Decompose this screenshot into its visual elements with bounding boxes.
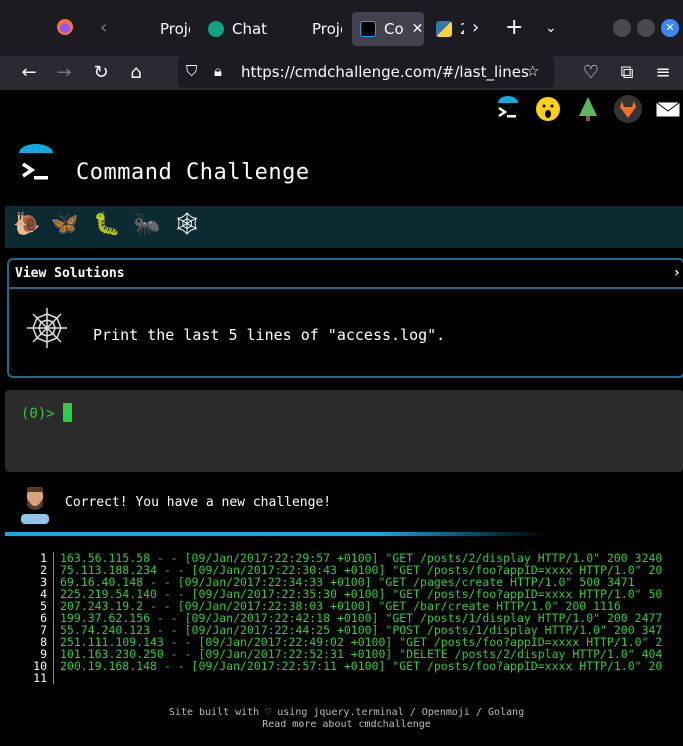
site-logo-icon xyxy=(13,144,57,184)
divider xyxy=(5,532,683,536)
spider-web-icon[interactable]: 🕸 xyxy=(173,212,201,237)
tab-label: Co xyxy=(384,20,404,38)
snail-icon[interactable]: 🐌 xyxy=(13,212,40,237)
terminal-favicon-icon xyxy=(360,21,376,37)
terminal-cursor xyxy=(63,403,72,422)
lock-icon[interactable]: 🔒︎ xyxy=(214,62,222,80)
chevron-right-icon[interactable]: › xyxy=(673,265,681,281)
tab-3[interactable]: Proje xyxy=(282,12,342,46)
pocket-icon[interactable]: ♡ xyxy=(578,60,604,86)
page-content: Command Challenge 🐌 🦋 🐛 🐜 🕸 View Solutio… xyxy=(5,90,683,746)
top-nav-icons xyxy=(493,94,683,124)
feedback-message: Correct! You have a new challenge! xyxy=(65,495,332,510)
output-line: 11 xyxy=(5,672,683,684)
output-line: 10 200.19.168.148 - - [09/Jan/2017:22:57:… xyxy=(5,660,683,672)
new-tab-icon[interactable]: + xyxy=(505,17,523,39)
tab-favicon xyxy=(282,21,304,37)
browser-tab-bar: ‹ Proje Chat Proje Co ✕ 2 › + ⌄ ✕ xyxy=(0,0,683,56)
tab-1[interactable]: Proje xyxy=(132,12,190,46)
bookmark-star-icon[interactable]: ☆ xyxy=(526,62,539,80)
footer: Site built with ♡ using jquery.terminal … xyxy=(5,707,683,731)
tab-favicon xyxy=(132,21,152,37)
tab-active[interactable]: Co ✕ xyxy=(352,12,424,46)
reload-icon[interactable]: ↻ xyxy=(88,60,114,86)
tab-scroll-left-icon[interactable]: ‹ xyxy=(100,17,107,39)
shield-icon[interactable]: ⛉ xyxy=(186,62,197,80)
challenge-levels-bar: 🐌 🦋 🐛 🐜 🕸 xyxy=(5,206,683,248)
close-tab-icon[interactable]: ✕ xyxy=(412,21,424,37)
home-icon[interactable]: ⌂ xyxy=(123,60,149,86)
python-icon xyxy=(436,21,452,37)
line-number: 11 xyxy=(33,671,47,685)
page-title: Command Challenge xyxy=(76,160,310,185)
caterpillar-icon[interactable]: 🐛 xyxy=(93,212,120,237)
tab-label: Proje xyxy=(160,20,190,38)
tab-list-chevron-down-icon[interactable]: ⌄ xyxy=(545,17,557,39)
tab-5[interactable]: 2 xyxy=(436,12,464,46)
firefox-icon[interactable] xyxy=(56,18,74,42)
task-description: Print the last 5 lines of "access.log". xyxy=(93,326,446,344)
chatgpt-icon xyxy=(208,21,224,37)
url-bar[interactable]: ⛉ 🔒︎ https://cmdchallenge.com/#/last_lin… xyxy=(178,56,554,88)
bearded-person-avatar-icon xyxy=(19,484,51,524)
minimize-button[interactable] xyxy=(613,19,631,37)
gitlab-icon[interactable] xyxy=(613,94,643,124)
tree-icon[interactable] xyxy=(573,94,603,124)
challenge-panel: View Solutions › Print the last 5 lines … xyxy=(7,258,683,378)
close-window-button[interactable]: ✕ xyxy=(661,19,679,37)
browser-nav-bar: ← → ↻ ⌂ ⛉ 🔒︎ https://cmdchallenge.com/#/… xyxy=(0,56,683,90)
tab-scroll-right-icon[interactable]: › xyxy=(472,17,479,39)
envelope-icon[interactable] xyxy=(653,94,683,124)
terminal-output: 1 163.56.115.58 - - [09/Jan/2017:22:29:57… xyxy=(5,552,683,692)
forward-arrow-icon[interactable]: → xyxy=(51,60,77,86)
tab-label: 2 xyxy=(460,20,464,38)
terminal-icon[interactable] xyxy=(493,94,523,124)
tab-label: Chat xyxy=(232,20,268,38)
ant-icon[interactable]: 🐜 xyxy=(133,212,160,237)
tab-label: Proje xyxy=(312,20,342,38)
extensions-icon[interactable]: ⧉ xyxy=(614,60,640,86)
footer-credits[interactable]: Site built with ♡ using jquery.terminal … xyxy=(5,707,683,719)
view-solutions-toggle[interactable]: View Solutions › xyxy=(9,260,683,289)
footer-read-more-link[interactable]: Read more about cmdchallenge xyxy=(5,719,683,731)
feedback-message-row: Correct! You have a new challenge! xyxy=(5,482,683,526)
tab-2[interactable]: Chat xyxy=(208,12,268,46)
menu-icon[interactable]: ≡ xyxy=(650,60,676,86)
terminal-prompt: (0)> xyxy=(21,406,55,422)
terminal-input[interactable]: (0)> xyxy=(5,390,683,472)
back-arrow-icon[interactable]: ← xyxy=(16,60,42,86)
hushed-face-icon[interactable] xyxy=(533,94,563,124)
line-text: 200.19.168.148 - - [09/Jan/2017:22:57:11… xyxy=(60,659,663,673)
maximize-button[interactable] xyxy=(637,19,655,37)
url-text[interactable]: https://cmdchallenge.com/#/last_lines xyxy=(241,63,529,81)
spider-web-icon xyxy=(23,304,71,352)
butterfly-icon[interactable]: 🦋 xyxy=(51,212,78,237)
view-solutions-label: View Solutions xyxy=(15,266,125,281)
